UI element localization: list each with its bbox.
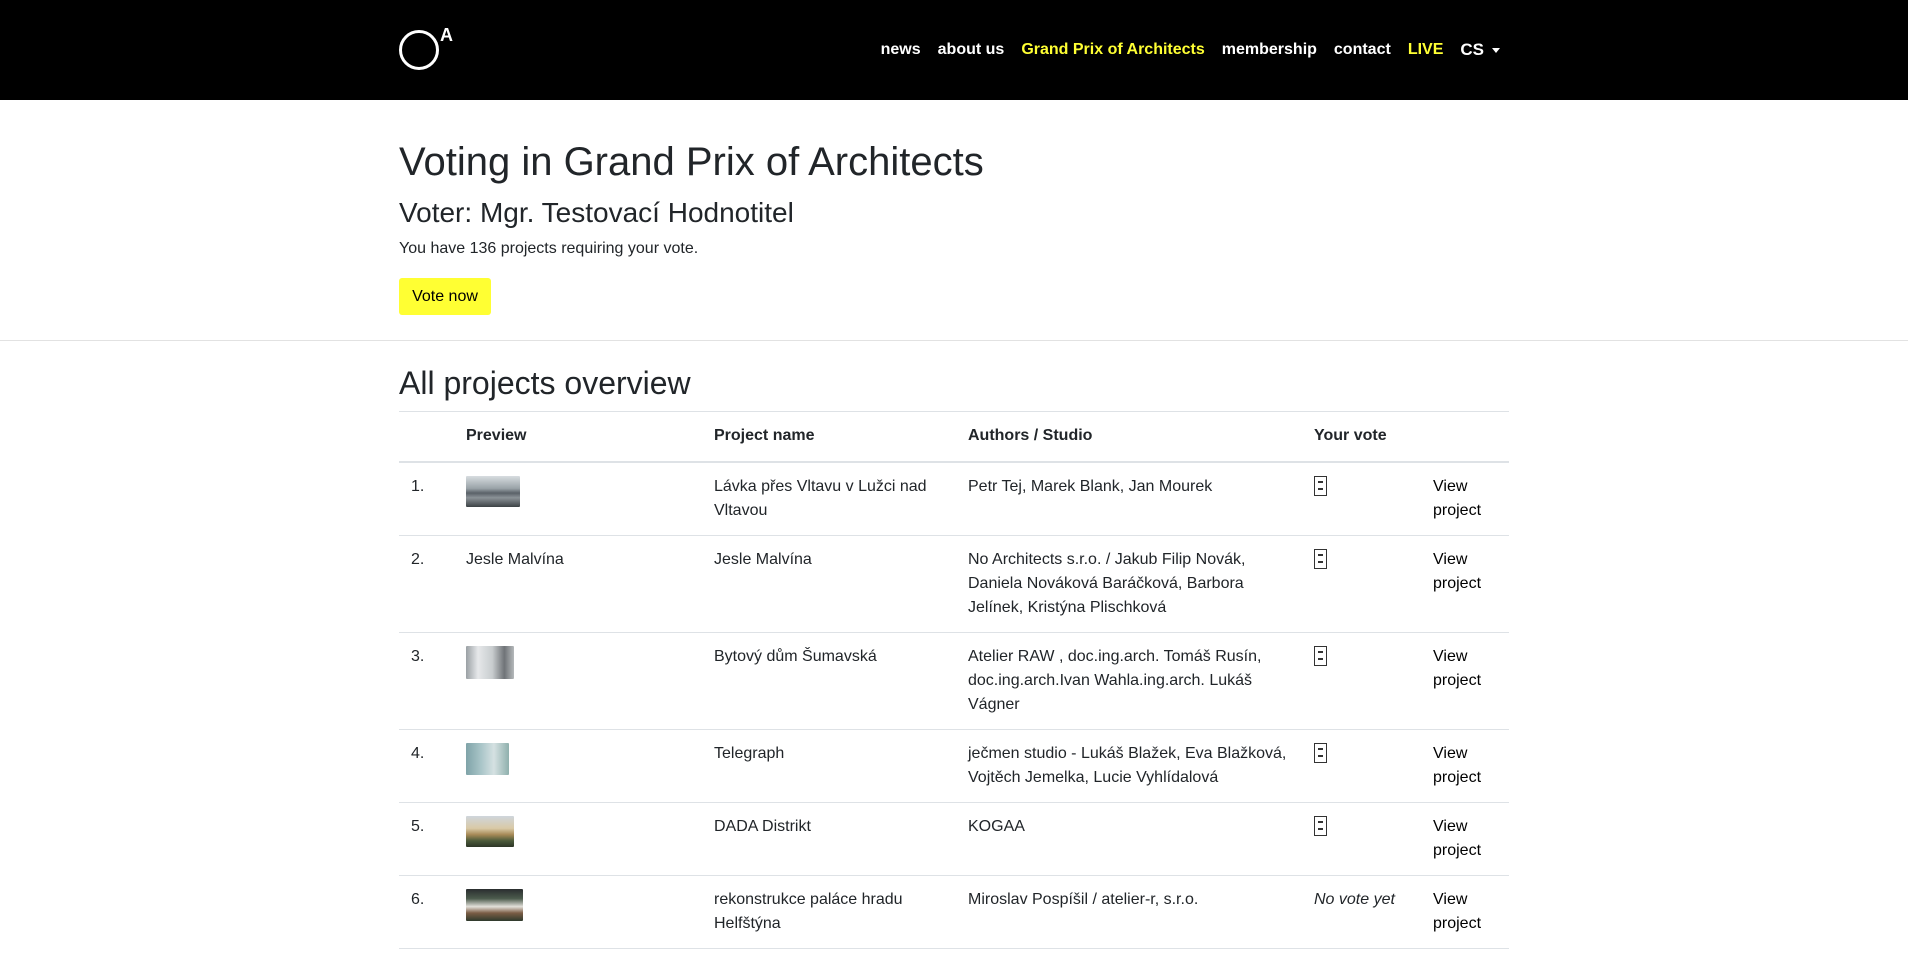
project-preview-image[interactable] xyxy=(466,475,520,507)
no-vote-text: No vote yet xyxy=(1314,890,1395,908)
vote-cell xyxy=(1302,632,1421,730)
nav-about-us-link[interactable]: about us xyxy=(938,41,1005,59)
language-dropdown[interactable]: CS xyxy=(1460,40,1500,60)
project-preview-image[interactable] xyxy=(466,742,509,775)
vote-cell xyxy=(1302,461,1421,536)
project-preview-image[interactable] xyxy=(466,645,514,679)
project-authors: KOGAA xyxy=(956,802,1302,876)
action-cell: View project xyxy=(1421,802,1509,876)
project-preview-image[interactable] xyxy=(466,815,514,847)
col-header-project-name: Project name xyxy=(702,411,956,463)
project-name: DADA Distrikt xyxy=(702,802,956,876)
nav-contact-link[interactable]: contact xyxy=(1334,41,1391,59)
logo-letter: A xyxy=(440,25,453,45)
nav-live-link[interactable]: LIVE xyxy=(1408,41,1444,59)
action-cell: View project xyxy=(1421,461,1509,536)
main-nav: news about us Grand Prix of Architects m… xyxy=(864,0,1500,100)
project-preview-alt-text[interactable]: Jesle Malvína xyxy=(466,551,564,568)
logo-ring xyxy=(399,30,439,70)
top-navbar: A news about us Grand Prix of Architects… xyxy=(0,0,1908,100)
vote-badge-icon xyxy=(1314,742,1327,763)
view-project-link[interactable]: View project xyxy=(1433,745,1481,786)
voter-heading: Voter: Mgr. Testovací Hodnotitel xyxy=(399,197,794,228)
view-project-link[interactable]: View project xyxy=(1433,891,1481,932)
project-authors: Petr Tej, Marek Blank, Jan Mourek xyxy=(956,461,1302,536)
caret-down-icon xyxy=(1492,47,1500,53)
preview-cell xyxy=(454,632,702,730)
row-number: 3. xyxy=(399,632,454,730)
project-name: Bytový dům Šumavská xyxy=(702,632,956,730)
preview-cell: Jesle Malvína xyxy=(454,535,702,633)
table-row: 3. Bytový dům Šumavská Atelier RAW , doc… xyxy=(399,632,1509,730)
action-cell: View project xyxy=(1421,729,1509,803)
vote-cell xyxy=(1302,535,1421,633)
vote-cell: No vote yet xyxy=(1302,875,1421,949)
action-cell: View project xyxy=(1421,875,1509,949)
table-row: 4. Telegraph ječmen studio - Lukáš Blaže… xyxy=(399,729,1509,803)
project-authors: No Architects s.r.o. / Jakub Filip Novák… xyxy=(956,535,1302,633)
project-name: Jesle Malvína xyxy=(702,535,956,633)
view-project-link[interactable]: View project xyxy=(1433,818,1481,859)
view-project-link[interactable]: View project xyxy=(1433,648,1481,689)
view-project-link[interactable]: View project xyxy=(1433,551,1481,592)
table-row: 1. Lávka přes Vltavu v Lužci nad Vltavou… xyxy=(399,461,1509,536)
project-name: Lávka přes Vltavu v Lužci nad Vltavou xyxy=(702,461,956,536)
vote-badge-icon xyxy=(1314,548,1327,569)
col-header-number xyxy=(399,411,454,463)
col-header-actions xyxy=(1421,411,1509,463)
page-title: Voting in Grand Prix of Architects xyxy=(399,140,984,184)
project-name: rekonstrukce paláce hradu Helfštýna xyxy=(702,875,956,949)
vote-badge-icon xyxy=(1314,645,1327,666)
preview-cell xyxy=(454,875,702,949)
preview-cell xyxy=(454,729,702,803)
project-authors: Miroslav Pospíšil / atelier-r, s.r.o. xyxy=(956,875,1302,949)
site-logo[interactable]: A xyxy=(399,25,455,72)
action-cell: View project xyxy=(1421,632,1509,730)
preview-cell xyxy=(454,802,702,876)
language-label: CS xyxy=(1460,40,1484,59)
project-authors: ječmen studio - Lukáš Blažek, Eva Blažko… xyxy=(956,729,1302,803)
project-name: Telegraph xyxy=(702,729,956,803)
row-number: 1. xyxy=(399,461,454,536)
nav-membership-link[interactable]: membership xyxy=(1222,41,1317,59)
overview-heading: All projects overview xyxy=(399,365,691,401)
table-row: 5. DADA Distrikt KOGAA View project xyxy=(399,802,1509,876)
col-header-preview: Preview xyxy=(454,411,702,463)
row-number: 6. xyxy=(399,875,454,949)
vote-now-button[interactable]: Vote now xyxy=(399,278,491,315)
projects-table: Preview Project name Authors / Studio Yo… xyxy=(399,411,1509,949)
row-number: 4. xyxy=(399,729,454,803)
vote-badge-icon xyxy=(1314,475,1327,496)
nav-grand-prix-link[interactable]: Grand Prix of Architects xyxy=(1021,41,1204,59)
section-divider xyxy=(0,340,1908,341)
vote-cell xyxy=(1302,729,1421,803)
table-header-row: Preview Project name Authors / Studio Yo… xyxy=(399,411,1509,463)
col-header-authors: Authors / Studio xyxy=(956,411,1302,463)
project-preview-image[interactable] xyxy=(466,888,523,921)
view-project-link[interactable]: View project xyxy=(1433,478,1481,519)
vote-badge-icon xyxy=(1314,815,1327,836)
table-row: 2. Jesle Malvína Jesle Malvína No Archit… xyxy=(399,535,1509,633)
nav-news-link[interactable]: news xyxy=(881,41,921,59)
table-row: 6. rekonstrukce paláce hradu Helfštýna M… xyxy=(399,875,1509,949)
row-number: 2. xyxy=(399,535,454,633)
vote-cell xyxy=(1302,802,1421,876)
action-cell: View project xyxy=(1421,535,1509,633)
preview-cell xyxy=(454,461,702,536)
project-authors: Atelier RAW , doc.ing.arch. Tomáš Rusín,… xyxy=(956,632,1302,730)
col-header-your-vote: Your vote xyxy=(1302,411,1421,463)
row-number: 5. xyxy=(399,802,454,876)
projects-requiring-vote-text: You have 136 projects requiring your vot… xyxy=(399,240,699,257)
